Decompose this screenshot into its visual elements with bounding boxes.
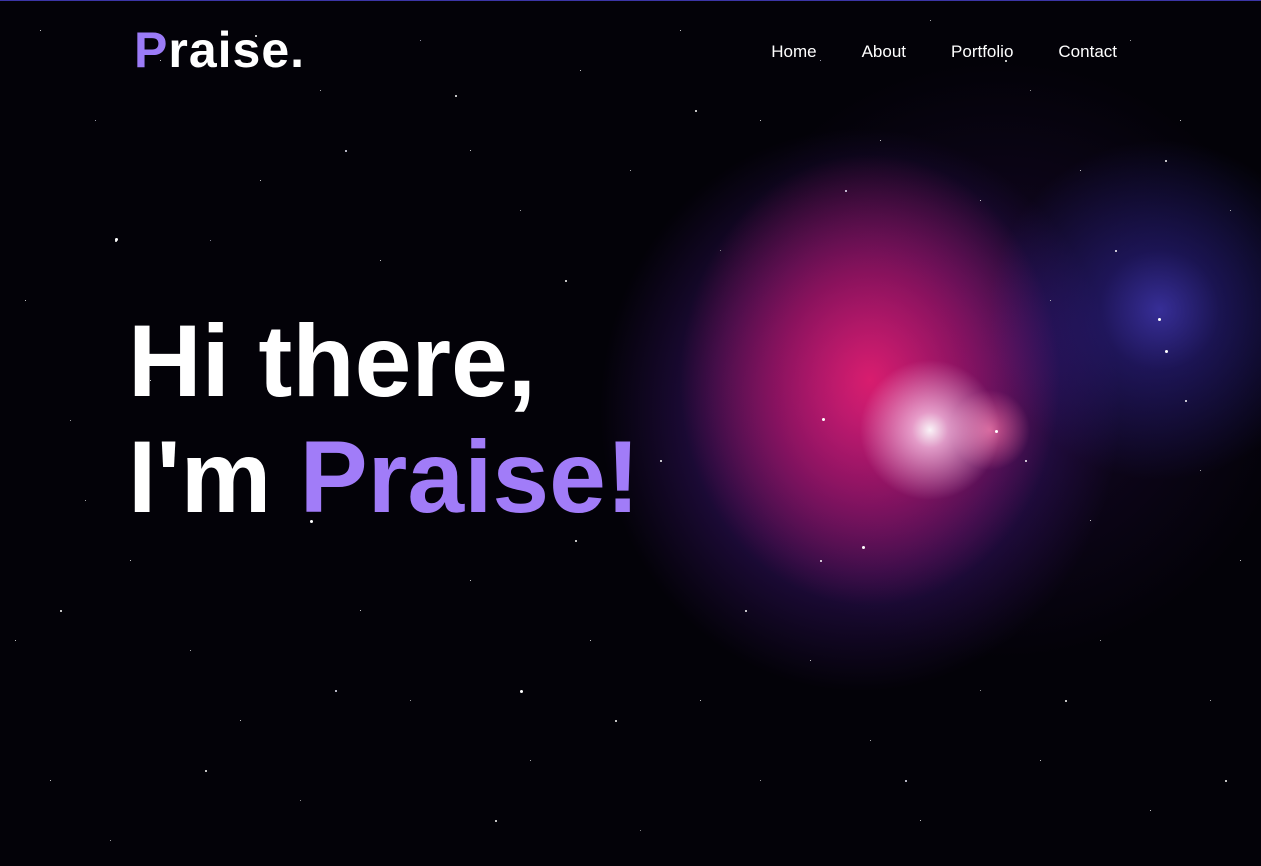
logo-dot: . (290, 22, 306, 78)
hero-name: Praise! (299, 420, 640, 534)
site-header: Praise. Home About Portfolio Contact (0, 0, 1261, 100)
hero-section: Hi there, I'm Praise! (128, 303, 640, 535)
nav-portfolio[interactable]: Portfolio (951, 40, 1013, 64)
top-border (0, 0, 1261, 1)
site-logo[interactable]: Praise. (134, 22, 305, 78)
logo-initial: P (134, 22, 169, 78)
hero-line1: Hi there, (128, 304, 537, 418)
hero-line2-prefix: I'm (128, 420, 300, 534)
logo-rest: raise (168, 22, 291, 78)
nav-contact[interactable]: Contact (1058, 40, 1117, 64)
main-nav: Home About Portfolio Contact (726, 40, 1117, 64)
nav-home[interactable]: Home (771, 40, 816, 64)
nav-about[interactable]: About (862, 40, 906, 64)
hero-heading: Hi there, I'm Praise! (128, 303, 640, 535)
